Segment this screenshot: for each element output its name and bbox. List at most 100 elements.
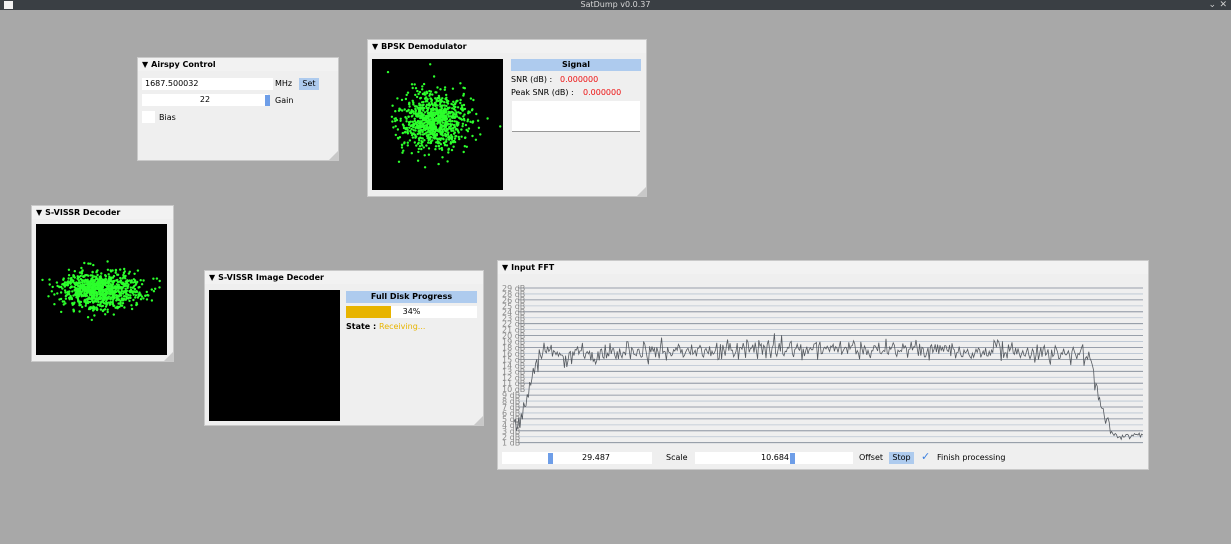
constellation-point [405,110,409,113]
constellation-point [128,299,131,303]
constellation-point [415,144,418,147]
constellation-point [116,296,119,299]
constellation-point [133,288,137,291]
constellation-point [461,122,465,125]
constellation-point [434,145,438,148]
constellation-point [83,275,86,278]
constellation-point [77,284,80,287]
constellation-point [92,263,95,267]
constellation-point [412,132,415,136]
constellation-point [50,290,53,293]
constellation-point [95,277,99,280]
constellation-point [423,107,426,110]
constellation-point [81,270,84,273]
constellation-point [444,97,447,101]
snr-label: SNR (dB) : [511,75,553,84]
constellation-point [84,293,87,297]
constellation-point [408,139,412,142]
bias-checkbox[interactable] [142,111,155,123]
progress-text: 34% [402,307,421,316]
collapse-icon[interactable]: ▼ [36,208,42,217]
constellation-point [95,271,98,274]
offset-slider[interactable]: 10.684 [695,452,853,464]
constellation-point [409,129,412,133]
resize-grip[interactable] [474,416,483,425]
collapse-icon[interactable]: ▼ [502,263,508,272]
constellation-point [418,90,422,94]
constellation-point [439,108,442,112]
constellation-point [441,104,444,107]
collapse-icon[interactable]: ▼ [372,42,378,51]
input-fft-window: ▼ Input FFT 29 dB 28 dB 26 dB 25 dB 24 dB 23 d… [497,260,1149,470]
stop-button[interactable]: Stop [889,452,914,464]
constellation-point [458,117,462,120]
constellation-point [468,111,471,114]
constellation-point [105,288,108,291]
constellation-point [464,123,468,127]
constellation-point [451,119,454,123]
constellation-point [139,279,142,282]
constellation-point [443,101,446,104]
finish-processing-checkbox[interactable]: ✓ [921,451,930,463]
close-icon[interactable]: ✕ [1219,0,1227,10]
constellation-point [95,308,99,312]
constellation-point [126,284,130,288]
constellation-point [424,100,427,103]
constellation-point [453,137,457,140]
collapse-icon[interactable]: ▼ [142,60,148,69]
constellation-point [433,137,436,140]
constellation-point [455,115,459,118]
fft-window-title[interactable]: ▼ Input FFT [498,261,1148,274]
constellation-point [80,272,84,275]
scale-slider[interactable]: 29.487 [502,452,652,464]
constellation-point [69,282,72,285]
airspy-window-title[interactable]: ▼ Airspy Control [138,58,338,71]
constellation-point [412,129,415,132]
scale-slider-handle[interactable] [548,453,553,464]
gain-slider-handle[interactable] [265,95,270,106]
constellation-point [119,301,122,305]
frequency-input[interactable]: 1687.500032 [142,78,273,90]
constellation-point [132,293,135,296]
constellation-point [431,132,434,136]
bpsk-window-title[interactable]: ▼ BPSK Demodulator [368,40,646,53]
fft-spectrum-trace [513,333,1144,441]
constellation-point [424,116,427,120]
svissr-window-title[interactable]: ▼ S-VISSR Decoder [32,206,173,219]
constellation-point [411,114,414,117]
constellation-point [99,282,103,285]
constellation-point [71,280,75,283]
constellation-point [396,128,400,131]
minimize-icon[interactable]: ⌄ [1208,0,1216,10]
constellation-point [107,273,110,276]
gain-slider[interactable]: 22 [142,94,268,106]
resize-grip[interactable] [164,352,173,361]
constellation-point [111,300,114,304]
constellation-point [129,294,132,297]
set-button[interactable]: Set [299,78,319,90]
resize-grip[interactable] [637,187,646,196]
constellation-point [125,281,129,285]
constellation-point [420,140,423,143]
resize-grip[interactable] [329,151,338,160]
collapse-icon[interactable]: ▼ [209,273,215,282]
constellation-point [442,108,446,111]
constellation-point [97,284,100,287]
constellation-point [136,280,139,284]
constellation-point [137,286,140,289]
image-decoder-window-title[interactable]: ▼ S-VISSR Image Decoder [205,271,483,284]
constellation-point [432,111,435,114]
constellation-point [98,279,101,282]
offset-slider-handle[interactable] [790,453,795,464]
constellation-point [462,115,465,118]
constellation-point [120,304,124,307]
constellation-point [408,126,411,129]
constellation-point [421,144,424,147]
constellation-point [427,106,430,110]
constellation-point [405,120,408,123]
constellation-point [404,97,408,101]
constellation-point [436,140,439,143]
constellation-point [456,99,459,102]
constellation-point [431,123,434,126]
constellation-point [76,298,80,301]
